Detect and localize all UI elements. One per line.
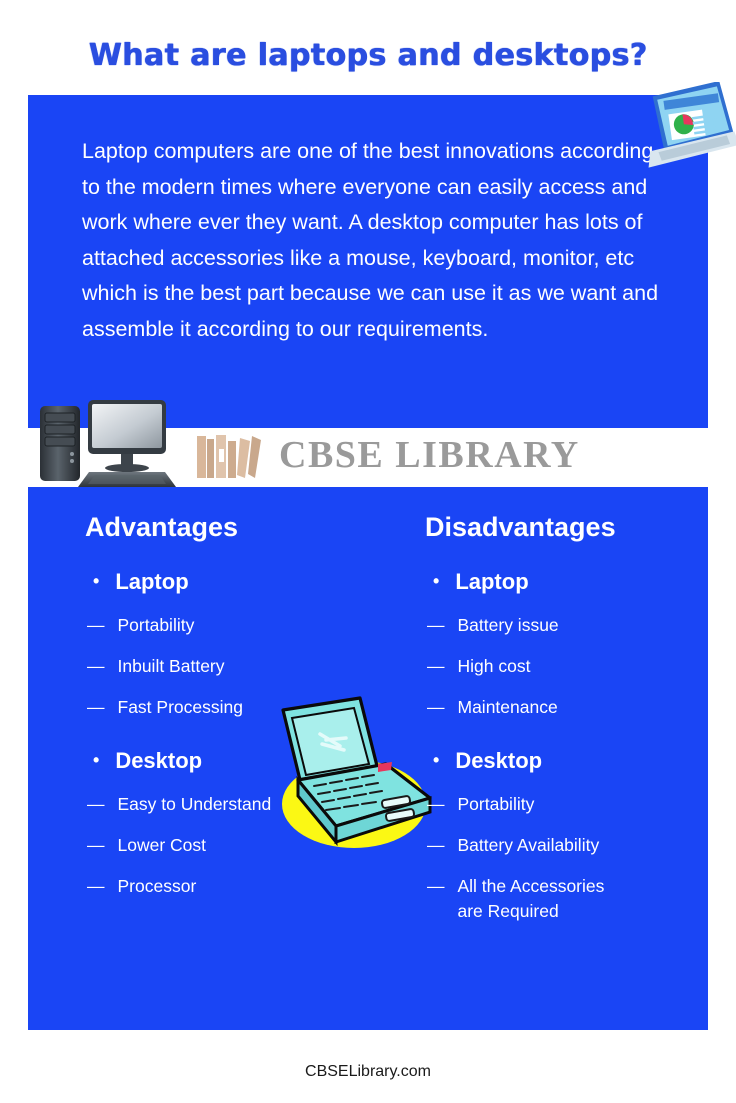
- list-item-label: Portability: [117, 615, 195, 635]
- list-item: — All the Accessories are Required: [425, 874, 708, 924]
- comparison-columns: Advantages • Laptop — Portability — Inbu…: [28, 512, 708, 940]
- dash-icon: —: [87, 615, 105, 635]
- dash-icon: —: [427, 876, 445, 896]
- page-title: What are laptops and desktops?: [88, 38, 648, 73]
- group-disadvantages-laptop: • Laptop — Battery issue — High cost — M…: [425, 569, 708, 720]
- dash-icon: —: [87, 794, 105, 814]
- column-heading-advantages: Advantages: [85, 512, 239, 542]
- list-item-label: Battery issue: [457, 615, 559, 635]
- list-item-label: Lower Cost: [117, 835, 207, 855]
- list-item-label: Processor: [117, 876, 197, 896]
- cbse-library-logo: CBSE LIBRARY: [195, 424, 615, 486]
- group-advantages-desktop: • Desktop — Easy to Understand — Lower C…: [85, 748, 368, 899]
- group-title-label: Desktop: [115, 748, 203, 773]
- list-item: — Processor: [85, 874, 368, 899]
- list-item: — Battery issue: [425, 613, 708, 638]
- column-disadvantages: Disadvantages • Laptop — Battery issue —…: [368, 512, 708, 940]
- dash-icon: —: [427, 656, 445, 676]
- group-title-laptop: • Laptop: [425, 569, 708, 595]
- dash-icon: —: [87, 697, 105, 717]
- dash-icon: —: [427, 794, 445, 814]
- list-item: — Portability: [425, 792, 708, 817]
- group-title-laptop: • Laptop: [85, 569, 368, 595]
- bullet-icon: •: [433, 571, 440, 591]
- list-item: — High cost: [425, 654, 708, 679]
- logo-text: CBSE LIBRARY: [279, 434, 580, 476]
- list-item: — Fast Processing: [85, 695, 368, 720]
- dash-icon: —: [427, 697, 445, 717]
- dash-icon: —: [427, 835, 445, 855]
- group-title-label: Laptop: [115, 569, 189, 594]
- group-title-label: Laptop: [455, 569, 529, 594]
- list-item: — Lower Cost: [85, 833, 368, 858]
- list-item-label: Battery Availability: [457, 835, 600, 855]
- footer-website: CBSELibrary.com: [305, 1063, 431, 1080]
- laptop-chart-illustration: [637, 80, 736, 168]
- list-item: — Battery Availability: [425, 833, 708, 858]
- list-item-label: Maintenance: [457, 697, 558, 717]
- group-title-desktop: • Desktop: [85, 748, 368, 774]
- dash-icon: —: [87, 876, 105, 896]
- books-icon: [197, 435, 261, 478]
- column-heading-disadvantages: Disadvantages: [425, 512, 616, 542]
- column-advantages: Advantages • Laptop — Portability — Inbu…: [28, 512, 368, 940]
- desktop-computer-illustration: [34, 392, 186, 490]
- group-title-desktop: • Desktop: [425, 748, 708, 774]
- list-item-label: Inbuilt Battery: [117, 656, 225, 676]
- dash-icon: —: [427, 615, 445, 635]
- dash-icon: —: [87, 656, 105, 676]
- list-item-label: All the Accessories are Required: [457, 876, 605, 921]
- bullet-icon: •: [93, 571, 100, 591]
- intro-paragraph: Laptop computers are one of the best inn…: [82, 139, 659, 341]
- list-item: — Portability: [85, 613, 368, 638]
- group-advantages-laptop: • Laptop — Portability — Inbuilt Battery…: [85, 569, 368, 720]
- list-item: — Inbuilt Battery: [85, 654, 368, 679]
- bullet-icon: •: [433, 750, 440, 770]
- group-title-label: Desktop: [455, 748, 543, 773]
- dash-icon: —: [87, 835, 105, 855]
- group-disadvantages-desktop: • Desktop — Portability — Battery Availa…: [425, 748, 708, 924]
- list-item-label: Fast Processing: [117, 697, 243, 717]
- bullet-icon: •: [93, 750, 100, 770]
- list-item: — Maintenance: [425, 695, 708, 720]
- list-item-label: High cost: [457, 656, 531, 676]
- list-item-label: Easy to Understand: [117, 794, 272, 814]
- list-item-label: Portability: [457, 794, 535, 814]
- list-item: — Easy to Understand: [85, 792, 368, 817]
